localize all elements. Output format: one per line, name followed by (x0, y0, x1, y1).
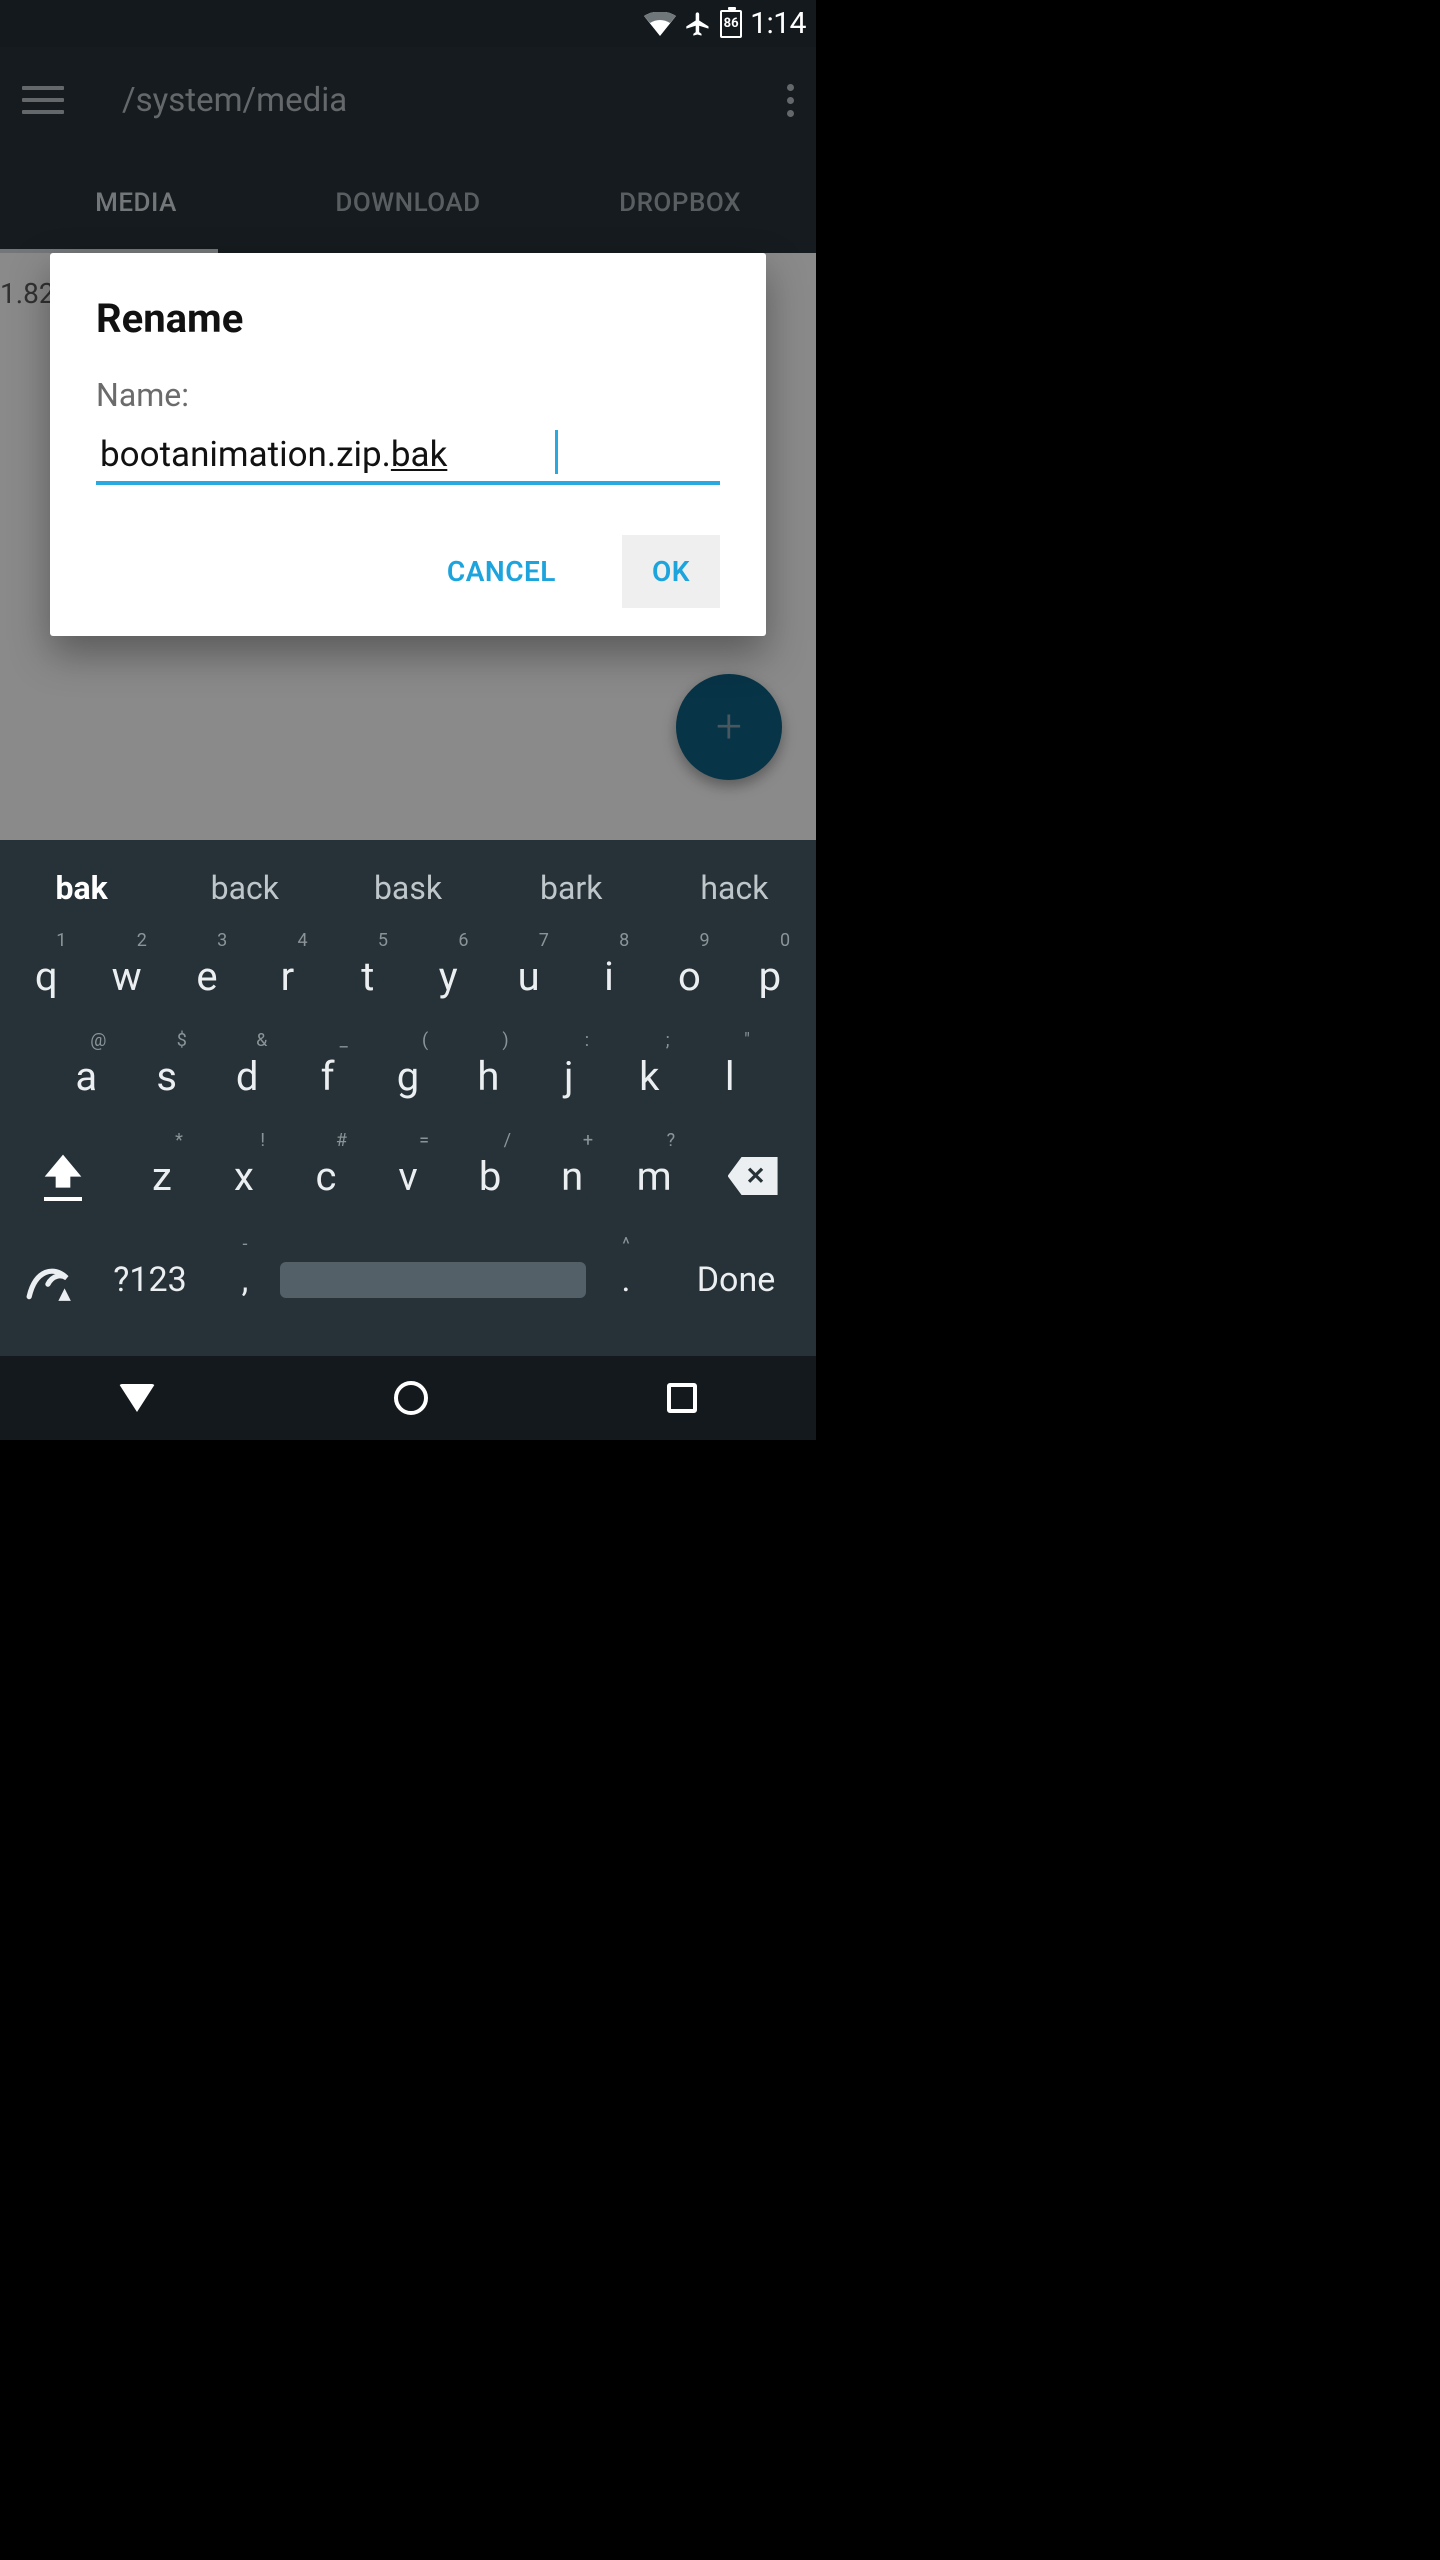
key-g[interactable]: (g (368, 1028, 448, 1124)
key-s[interactable]: $s (126, 1028, 206, 1124)
cancel-button[interactable]: CANCEL (417, 535, 586, 608)
key-z[interactable]: *z (121, 1128, 203, 1224)
recents-nav-button[interactable] (667, 1383, 697, 1413)
key-r[interactable]: 4r (247, 928, 327, 1024)
home-nav-button[interactable] (394, 1381, 428, 1415)
key-w[interactable]: 2w (86, 928, 166, 1024)
done-key[interactable]: Done (666, 1230, 806, 1330)
space-key[interactable] (280, 1230, 586, 1330)
key-y[interactable]: 6y (408, 928, 488, 1024)
period-key[interactable]: ^ . (586, 1230, 666, 1330)
dialog-title: Rename (96, 295, 720, 342)
key-h[interactable]: )h (448, 1028, 528, 1124)
key-x[interactable]: !x (203, 1128, 285, 1224)
suggestion-1[interactable]: back (163, 869, 326, 907)
text-cursor (555, 430, 558, 474)
ok-button[interactable]: OK (622, 535, 720, 608)
comma-key[interactable]: - , (210, 1230, 280, 1330)
key-f[interactable]: _f (287, 1028, 367, 1124)
wifi-icon (644, 12, 676, 36)
key-q[interactable]: 1q (6, 928, 86, 1024)
navigation-bar (0, 1356, 816, 1440)
key-v[interactable]: =v (367, 1128, 449, 1224)
back-nav-button[interactable] (119, 1384, 155, 1412)
key-c[interactable]: #c (285, 1128, 367, 1224)
airplane-mode-icon (684, 10, 712, 38)
rename-dialog: Rename Name: bootanimation.zip.bak CANCE… (50, 253, 766, 636)
battery-icon: 86 (720, 10, 742, 38)
suggestion-3[interactable]: bark (490, 869, 653, 907)
shift-key[interactable] (6, 1128, 121, 1224)
rename-input[interactable]: bootanimation.zip.bak (96, 432, 720, 485)
swype-key[interactable] (10, 1230, 90, 1330)
soft-keyboard: bak back bask bark hack 1q2w3e4r5t6y7u8i… (0, 840, 816, 1356)
backspace-icon: ✕ (728, 1157, 778, 1195)
key-i[interactable]: 8i (569, 928, 649, 1024)
key-e[interactable]: 3e (167, 928, 247, 1024)
key-k[interactable]: ;k (609, 1028, 689, 1124)
key-m[interactable]: ?m (613, 1128, 695, 1224)
key-j[interactable]: :j (529, 1028, 609, 1124)
suggestion-bar: bak back bask bark hack (0, 852, 816, 924)
key-u[interactable]: 7u (488, 928, 568, 1024)
backspace-key[interactable]: ✕ (695, 1128, 810, 1224)
symbols-key[interactable]: ?123 (90, 1230, 210, 1330)
suggestion-4[interactable]: hack (653, 869, 816, 907)
status-clock: 1:14 (750, 6, 806, 41)
key-b[interactable]: /b (449, 1128, 531, 1224)
suggestion-2[interactable]: bask (326, 869, 489, 907)
dialog-field-label: Name: (96, 376, 720, 414)
key-l[interactable]: "l (690, 1028, 770, 1124)
key-p[interactable]: 0p (730, 928, 810, 1024)
key-n[interactable]: +n (531, 1128, 613, 1224)
key-d[interactable]: &d (207, 1028, 287, 1124)
key-a[interactable]: @a (46, 1028, 126, 1124)
suggestion-0[interactable]: bak (0, 869, 163, 907)
key-o[interactable]: 9o (649, 928, 729, 1024)
status-bar: 86 1:14 (0, 0, 816, 47)
key-t[interactable]: 5t (328, 928, 408, 1024)
